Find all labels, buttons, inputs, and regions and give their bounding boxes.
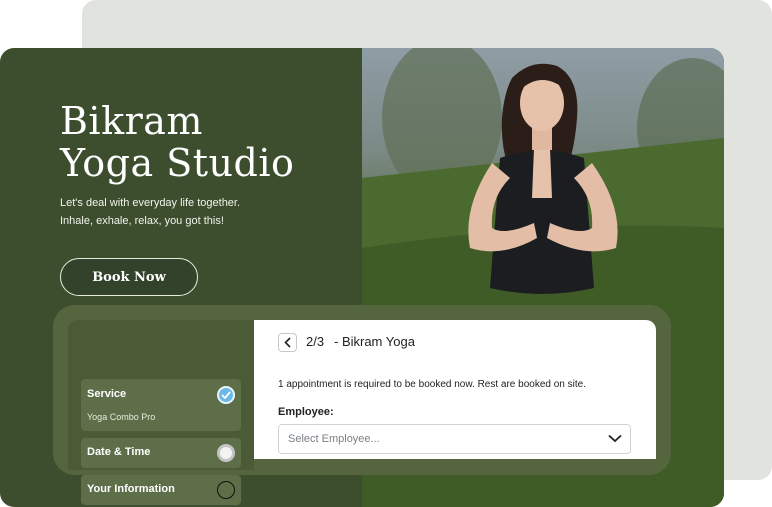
radio-empty-icon (217, 481, 235, 499)
chevron-down-icon (608, 434, 622, 443)
chevron-left-icon (284, 337, 291, 348)
step-label: Your Information (87, 483, 175, 495)
booking-notice: 1 appointment is required to be booked n… (278, 379, 586, 390)
hero-title-line-2: Yoga Studio (60, 141, 295, 185)
step-your-information[interactable]: Your Information (81, 475, 241, 505)
hero-title: Bikram Yoga Studio (60, 100, 350, 184)
radio-current-icon (217, 444, 235, 462)
hero-subtitle: Let's deal with everyday life together. … (60, 194, 340, 230)
step-label: Service (87, 388, 127, 400)
booking-panel: 2/3 - Bikram Yoga 1 appointment is requi… (254, 320, 656, 459)
book-now-button[interactable]: Book Now (60, 258, 198, 296)
hero-title-line-1: Bikram (60, 99, 203, 143)
step-service[interactable]: Service Yoga Combo Pro (81, 379, 241, 431)
employee-placeholder: Select Employee... (288, 433, 380, 445)
employee-label: Employee: (278, 406, 334, 418)
back-button[interactable] (278, 333, 297, 352)
step-counter: 2/3 (306, 334, 325, 349)
step-value: Yoga Combo Pro (87, 412, 156, 422)
check-icon (217, 386, 235, 404)
hero-subtitle-line-2: Inhale, exhale, relax, you got this! (60, 215, 224, 227)
step-date-time[interactable]: Date & Time (81, 438, 241, 468)
service-name: - Bikram Yoga (334, 334, 415, 349)
hero-subtitle-line-1: Let's deal with everyday life together. (60, 197, 241, 209)
employee-select[interactable]: Select Employee... (278, 424, 631, 454)
step-label: Date & Time (87, 446, 151, 458)
